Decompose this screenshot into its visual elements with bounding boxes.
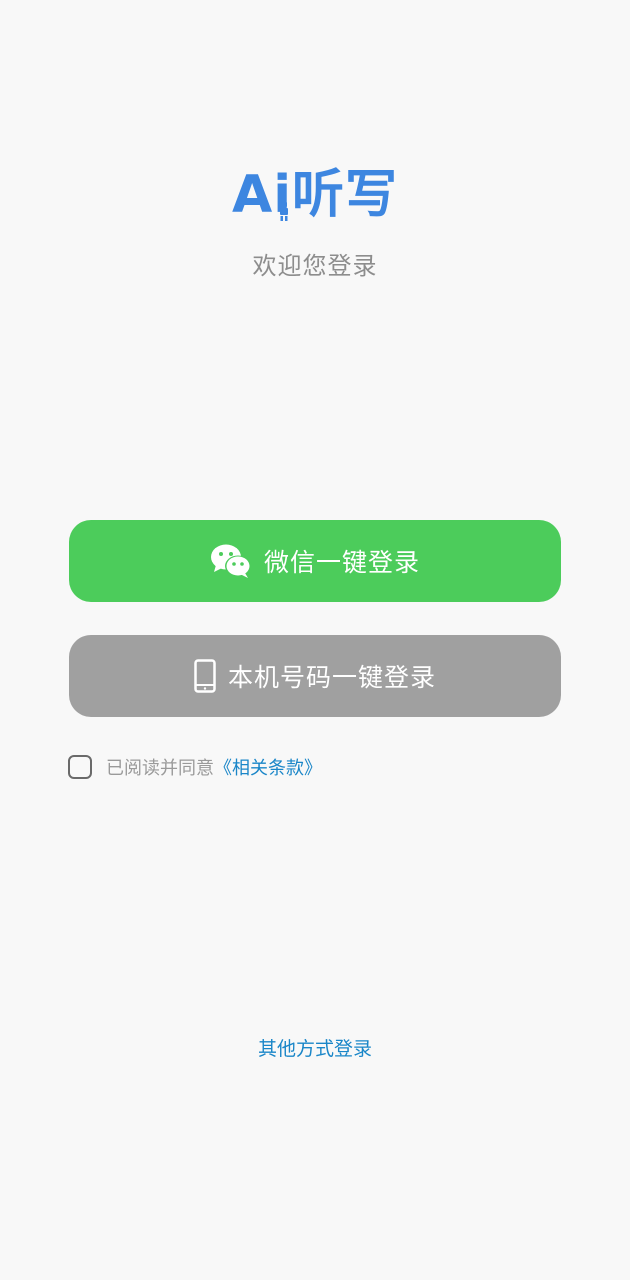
agree-text: 已阅读并同意	[106, 758, 214, 779]
agree-checkbox[interactable]	[68, 755, 92, 779]
welcome-text: 欢迎您登录	[252, 252, 378, 280]
phone-login-label: 本机号码一键登录	[227, 663, 436, 692]
other-login-link[interactable]: 其他方式登录	[0, 1034, 630, 1061]
logo-text: Ai听写	[231, 165, 399, 225]
app-logo: Ai听写	[222, 162, 408, 228]
terms-link[interactable]: 《相关条款》	[214, 754, 322, 780]
wechat-icon	[210, 543, 252, 579]
robot-icon	[280, 202, 288, 221]
wechat-login-button[interactable]: 微信一键登录	[69, 520, 561, 602]
wechat-login-label: 微信一键登录	[263, 548, 420, 577]
phone-icon	[194, 659, 216, 693]
agreement-row: 已阅读并同意 《相关条款》	[68, 752, 322, 782]
phone-login-button[interactable]: 本机号码一键登录	[69, 635, 561, 717]
